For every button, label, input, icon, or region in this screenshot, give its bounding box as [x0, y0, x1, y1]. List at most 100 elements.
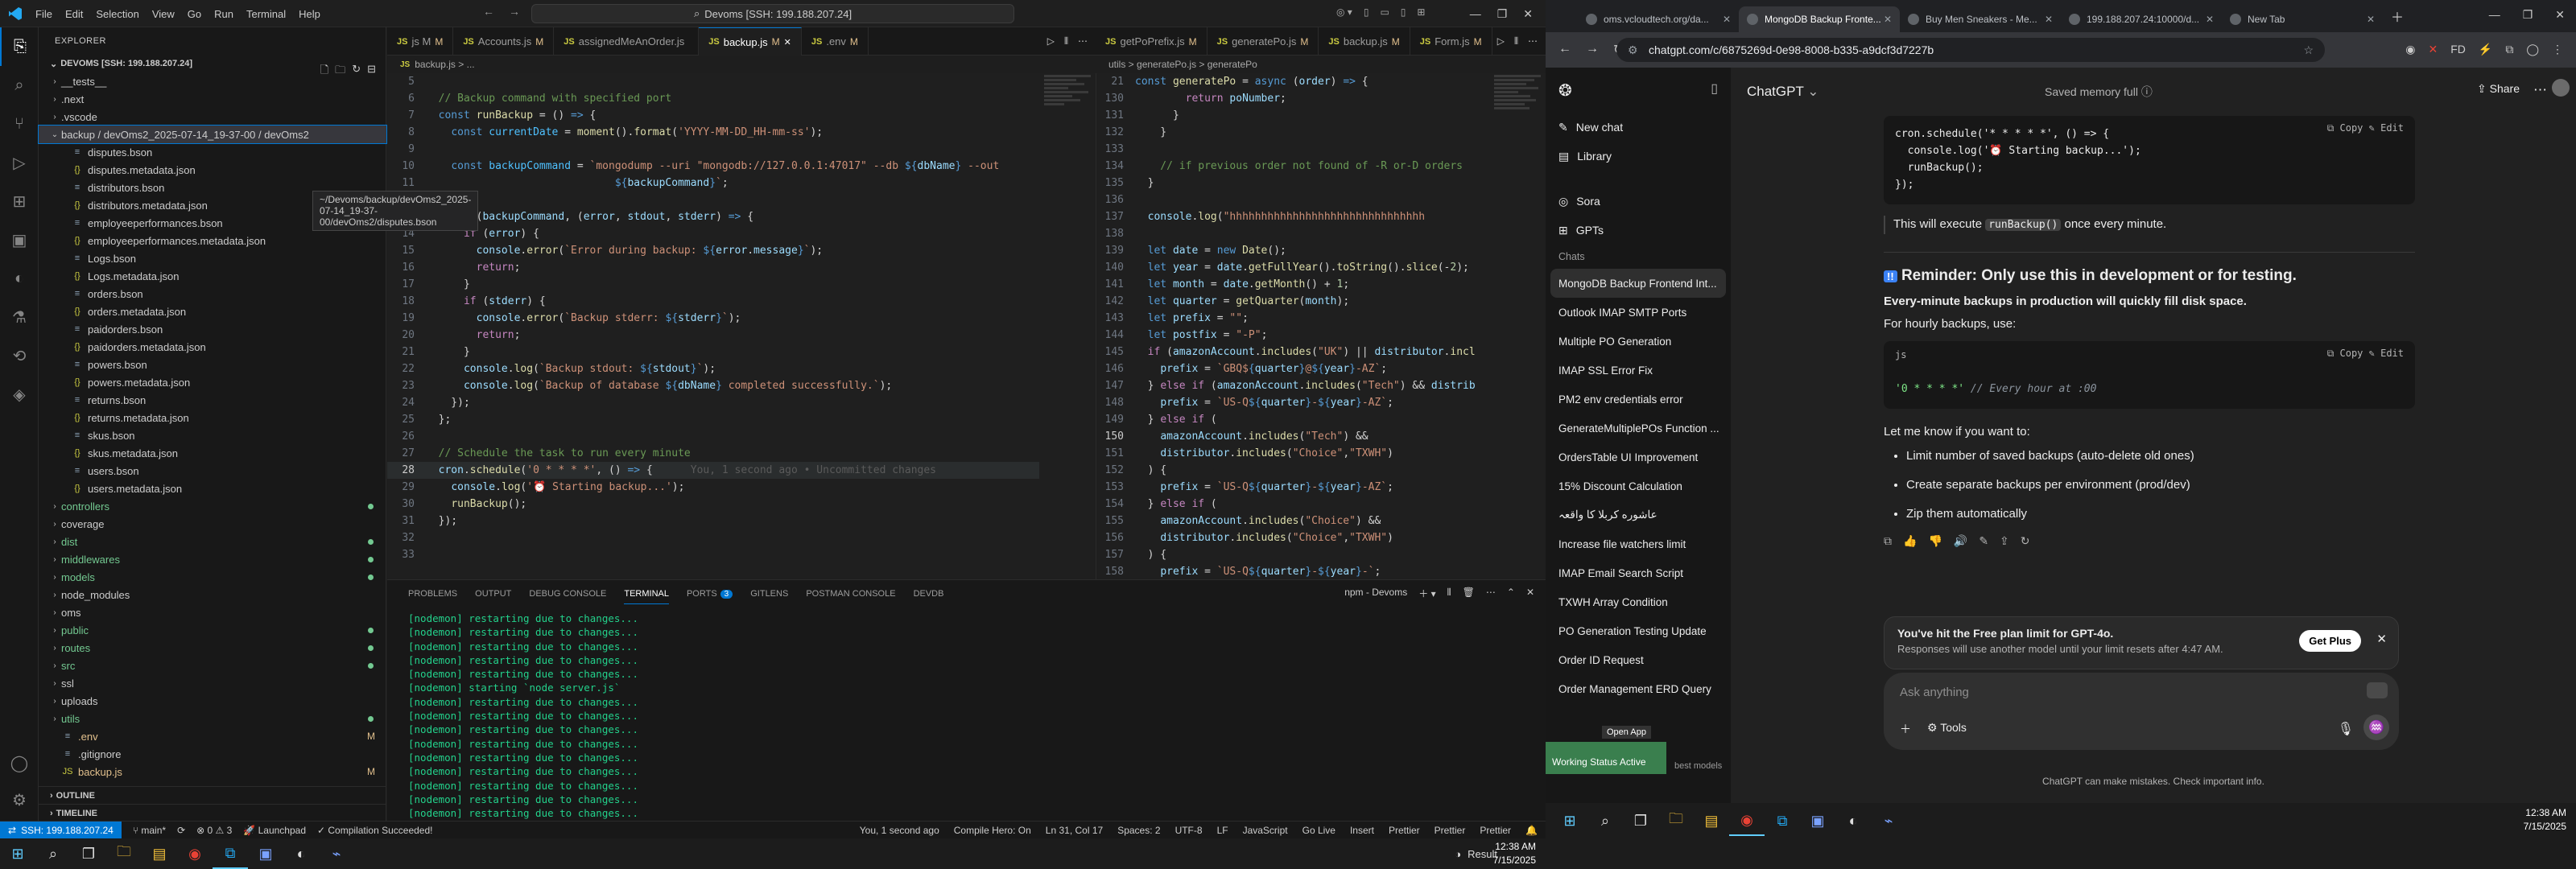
maximize-panel-icon[interactable]: ⌃: [1507, 587, 1515, 600]
thumbs-down-icon[interactable]: 👎: [1928, 534, 1942, 548]
store-icon[interactable]: ▤: [142, 838, 177, 869]
close-icon[interactable]: ✕: [2555, 8, 2565, 22]
sidebar-new-chat[interactable]: ✎ New chat: [1546, 113, 1731, 142]
devtool-icon[interactable]: ▣: [248, 838, 283, 869]
windows-start-icon[interactable]: ⊞: [1552, 805, 1587, 836]
folder-item[interactable]: › middlewares: [39, 550, 386, 568]
menu-help[interactable]: Help: [299, 8, 320, 20]
chat-item[interactable]: Order Management ERD Query: [1546, 674, 1731, 703]
restore-icon[interactable]: ❐: [1497, 7, 1508, 21]
extension-icon[interactable]: ◉: [2405, 43, 2415, 56]
tools-button[interactable]: ⚙ Tools: [1927, 721, 1967, 737]
chat-item[interactable]: عاشوره کربلا کا واقعہ: [1546, 500, 1731, 529]
terminal-output[interactable]: [nodemon] restarting due to changes... [n…: [387, 607, 1546, 821]
folder-item[interactable]: › public: [39, 621, 386, 639]
timeline-icon[interactable]: ⟲: [0, 336, 39, 375]
docker-icon[interactable]: ◈: [0, 375, 39, 414]
model-selector[interactable]: ChatGPT ⌄: [1747, 84, 1819, 100]
command-center[interactable]: ⌕ Devoms [SSH: 199.188.207.24]: [531, 4, 1014, 23]
copy-button-2[interactable]: ⧉ Copy: [2327, 348, 2363, 359]
run-icon[interactable]: ▷: [1047, 35, 1055, 47]
file-item[interactable]: ≡ powers.bson: [39, 356, 386, 373]
extension-icon-4[interactable]: ⚡: [2479, 43, 2492, 56]
customize-layout-icon[interactable]: ⊞: [1417, 6, 1425, 18]
branch-status[interactable]: ⑂ main*: [133, 825, 166, 836]
file-item[interactable]: {} users.metadata.json: [39, 480, 386, 497]
notifications-icon[interactable]: 🔔: [1525, 825, 1538, 836]
explorer-icon[interactable]: ⎘: [0, 27, 39, 66]
search-activity-icon[interactable]: ⌕: [0, 66, 39, 105]
taskbar-result[interactable]: ◑ Result: [1455, 848, 1497, 860]
eol-status[interactable]: LF: [1217, 825, 1228, 836]
store-icon[interactable]: ▤: [1694, 805, 1729, 836]
editor-tab[interactable]: JS Form.js M: [1410, 27, 1492, 56]
extension-icon-3[interactable]: FD: [2450, 43, 2466, 56]
file-item[interactable]: ≡ .env M: [39, 727, 386, 745]
chat-item[interactable]: IMAP SSL Error Fix: [1546, 356, 1731, 385]
share-msg-icon[interactable]: ⇪: [2000, 534, 2009, 548]
file-item[interactable]: ≡ paidorders.bson: [39, 320, 386, 338]
source-control-icon[interactable]: ⑂: [0, 105, 39, 143]
terminal-name[interactable]: npm - Devoms: [1344, 587, 1407, 600]
chat-item[interactable]: GenerateMultiplePOs Function ...: [1546, 414, 1731, 443]
editor-tab[interactable]: JS .env M: [802, 27, 869, 56]
file-explorer-icon[interactable]: 🗀: [1658, 805, 1694, 836]
remote-explorer-icon[interactable]: ▣: [0, 220, 39, 259]
run-debug-icon[interactable]: ▷: [0, 143, 39, 182]
file-item[interactable]: {} returns.metadata.json: [39, 409, 386, 426]
address-bar[interactable]: ⚙ chatgpt.com/c/6875269d-0e98-8008-b335-a…: [1616, 38, 2325, 62]
folder-item[interactable]: › models: [39, 568, 386, 586]
chat-item[interactable]: 15% Discount Calculation: [1546, 472, 1731, 500]
toggle-secondary-sidebar-icon[interactable]: ▯: [1401, 6, 1406, 18]
openai-logo-icon[interactable]: ❂: [1558, 80, 1572, 101]
windows-start-icon[interactable]: ⊞: [0, 838, 35, 869]
close-tab-icon[interactable]: ✕: [1723, 14, 1731, 25]
panel-tab-postman-console[interactable]: POSTMAN CONSOLE: [806, 589, 895, 599]
folder-item[interactable]: › uploads: [39, 692, 386, 710]
close-tab-icon[interactable]: ✕: [2367, 14, 2375, 25]
chat-item[interactable]: OrdersTable UI Improvement: [1546, 443, 1731, 472]
chrome-icon[interactable]: ◉: [177, 838, 213, 869]
split-editor-icon[interactable]: ⫴: [1064, 35, 1068, 47]
edit-button[interactable]: ✎ Edit: [2369, 122, 2404, 134]
close-icon[interactable]: ✕: [1523, 7, 1533, 21]
settings-gear-icon[interactable]: ⚙: [0, 780, 39, 819]
chat-item[interactable]: PM2 env credentials error: [1546, 385, 1731, 414]
file-item[interactable]: ≡ Logs.bson: [39, 249, 386, 267]
open-app-button[interactable]: Open App: [1602, 726, 1651, 739]
file-item[interactable]: {} skus.metadata.json: [39, 444, 386, 462]
file-item[interactable]: {} orders.metadata.json: [39, 303, 386, 320]
app-icon[interactable]: ◐: [1835, 805, 1871, 836]
back-arrow-icon[interactable]: ←: [483, 5, 494, 18]
close-banner-icon[interactable]: ✕: [2376, 632, 2387, 646]
panel-tab-gitlens[interactable]: GITLENS: [750, 589, 788, 599]
devtool-icon[interactable]: ▣: [1800, 805, 1835, 836]
run-icon[interactable]: ▷: [1497, 35, 1505, 47]
editor-tab[interactable]: JS backup.js M: [1319, 27, 1410, 56]
prompt-input[interactable]: Ask anything: [1900, 686, 1969, 699]
cursor-position[interactable]: Ln 31, Col 17: [1046, 825, 1103, 836]
back-icon[interactable]: ←: [1558, 42, 1571, 58]
copy-msg-icon[interactable]: ⧉: [1884, 534, 1892, 548]
encoding-status[interactable]: UTF-8: [1175, 825, 1203, 836]
problems-status[interactable]: ⊗ 0 ⚠ 3: [196, 825, 232, 836]
forward-icon[interactable]: →: [1586, 42, 1599, 58]
file-explorer-icon[interactable]: 🗀: [106, 838, 142, 869]
file-item[interactable]: {} Logs.metadata.json: [39, 267, 386, 285]
minimize-icon[interactable]: —: [2489, 8, 2500, 22]
file-item[interactable]: {} disputes.metadata.json: [39, 161, 386, 179]
folder-item[interactable]: › ssl: [39, 674, 386, 692]
folder-item[interactable]: › .next: [39, 90, 386, 108]
forward-arrow-icon[interactable]: →: [509, 5, 520, 18]
folder-item[interactable]: › node_modules: [39, 586, 386, 603]
app-icon[interactable]: ◐: [283, 838, 319, 869]
go-live-status[interactable]: Go Live: [1302, 825, 1335, 836]
gitlens-icon[interactable]: ◐: [0, 259, 39, 298]
prettier-status[interactable]: Prettier: [1389, 825, 1420, 836]
vscode-taskbar-icon[interactable]: ⧉: [1765, 805, 1800, 836]
file-item[interactable]: JS backup.js M: [39, 763, 386, 780]
chat-item[interactable]: PO Generation Testing Update: [1546, 616, 1731, 645]
menu-view[interactable]: View: [152, 8, 175, 20]
thumbs-up-icon[interactable]: 👍: [1903, 534, 1917, 548]
file-item[interactable]: ≡ orders.bson: [39, 285, 386, 303]
